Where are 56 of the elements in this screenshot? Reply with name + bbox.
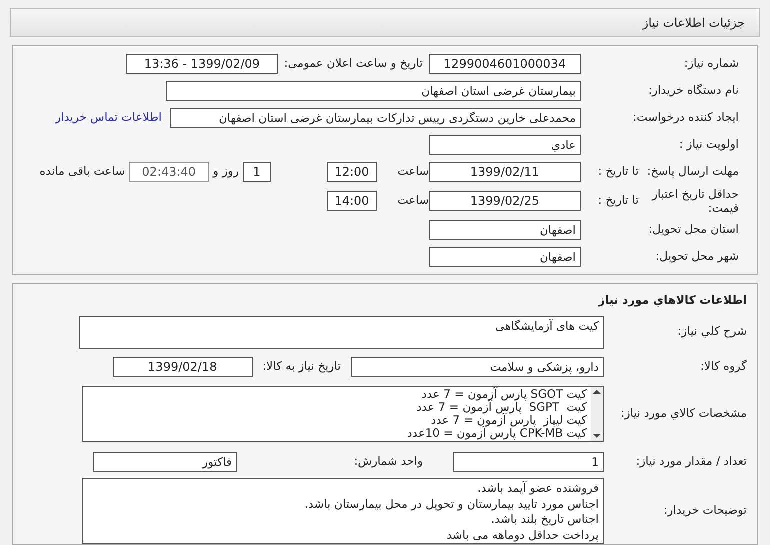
text-field[interactable]: 12:00 — [327, 162, 377, 182]
note-line: فروشنده عضو آیمد باشد. — [476, 481, 599, 496]
contact-link[interactable]: اطلاعات تماس خریدار — [55, 108, 162, 126]
field-label: استان محل تحویل: — [648, 220, 739, 238]
field-label: شهر محل تحویل: — [654, 248, 739, 265]
field-label: تعداد / مقدار مورد نیاز: — [635, 453, 747, 470]
text-field[interactable]: اصفهان — [429, 220, 581, 240]
specs-listbox[interactable]: کیت SGOT پارس آزمون = 7 عدد کیت SGPT پارس آزمون = 7 عدد کیت لیپاز پارس آزمون = 7 عدد کیت CPK-MB پارس آزمون = 10عدد — [82, 386, 604, 442]
text-field[interactable]: فاکتور — [93, 452, 237, 472]
note-line: اجناس تاریخ بلند باشد. — [490, 512, 599, 528]
text-field[interactable]: 1399/02/18 — [112, 357, 253, 377]
field-label: واحد شمارش: — [353, 453, 423, 470]
text-field[interactable]: دارو، پزشکی و سلامت — [351, 357, 604, 377]
field-label: ساعت باقی مانده — [40, 163, 126, 180]
text-field[interactable]: 1399/02/11 — [429, 162, 581, 182]
page-title: جزئیات اطلاعات نیاز — [642, 14, 745, 32]
text-field[interactable]: 1399/02/09 - 13:36 — [126, 54, 278, 74]
text-field[interactable]: بیمارستان غرضی استان اصفهان — [166, 80, 581, 100]
text-field[interactable]: 1 — [243, 162, 271, 182]
notes-box[interactable]: فروشنده عضو آیمد باشد. اجناس مورد تایید بیمارستان و تحویل در محل بیمارستان باشد. اجناس تاریخ بلند باشد. پرداخت حداقل دوماهه می باشد — [82, 478, 604, 544]
countdown-field[interactable]: 02:43:40 — [129, 162, 210, 182]
list-item[interactable]: کیت CPK-MB پارس آزمون = 10عدد — [407, 427, 587, 440]
text-field[interactable]: 1299004601000034 — [429, 54, 581, 74]
field-label: تا تاریخ : — [597, 163, 639, 180]
field-label: تاریخ نیاز به کالا: — [262, 358, 341, 376]
text-field[interactable]: اصفهان — [429, 246, 581, 266]
field-label: روز و — [213, 163, 239, 180]
note-line: پرداخت حداقل دوماهه می باشد — [446, 528, 599, 543]
field-label: تاریخ و ساعت اعلان عمومی: — [284, 54, 423, 72]
field-label: گروه کالا: — [700, 358, 747, 376]
field-label: شرح کلي نیاز: — [676, 323, 747, 340]
section-title: اطلاعات کالاهاي مورد نیاز — [598, 292, 747, 310]
text-field[interactable]: عادي — [429, 134, 581, 154]
field-label: نام دستگاه خریدار: — [647, 82, 739, 99]
note-line: اجناس مورد تایید بیمارستان و تحویل در محل بیمارستان باشد. — [304, 496, 599, 512]
description-box[interactable]: کیت های آزمایشگاهی — [79, 316, 604, 348]
field-label: اولویت نیاز : — [678, 136, 739, 153]
list-item[interactable]: کیت لیپاز پارس آزمون = 7 عدد — [407, 414, 587, 427]
field-label: توضیحات خریدار: — [662, 502, 747, 520]
field-label: شماره نیاز: — [683, 54, 739, 72]
field-label: ایجاد کننده درخواست: — [632, 108, 739, 126]
list-item[interactable]: کیت SGPT پارس آزمون = 7 عدد — [407, 401, 587, 414]
text-field[interactable]: 1 — [453, 452, 604, 472]
field-label: مهلت ارسال پاسخ: — [646, 163, 739, 180]
text-field[interactable]: 14:00 — [327, 191, 377, 211]
list-item[interactable]: کیت SGOT پارس آزمون = 7 عدد — [407, 388, 587, 401]
field-label: تا تاریخ : — [597, 192, 639, 210]
text-field[interactable]: محمدعلی خارین دستگردی رییس تدارکات بیمارستان غرضی استان اصفهان — [170, 108, 581, 128]
time-label: ساعت — [396, 163, 429, 180]
field-label: مشخصات کالاي مورد نیاز: — [620, 405, 747, 422]
scrollbar[interactable] — [591, 387, 603, 441]
field-label: حداقل تاریخ اعتبار قیمت: — [650, 187, 739, 215]
text-field[interactable]: 1399/02/25 — [429, 191, 581, 211]
scroll-up-icon[interactable] — [593, 389, 601, 395]
time-label: ساعت — [396, 192, 429, 210]
scroll-down-icon[interactable] — [593, 433, 601, 439]
